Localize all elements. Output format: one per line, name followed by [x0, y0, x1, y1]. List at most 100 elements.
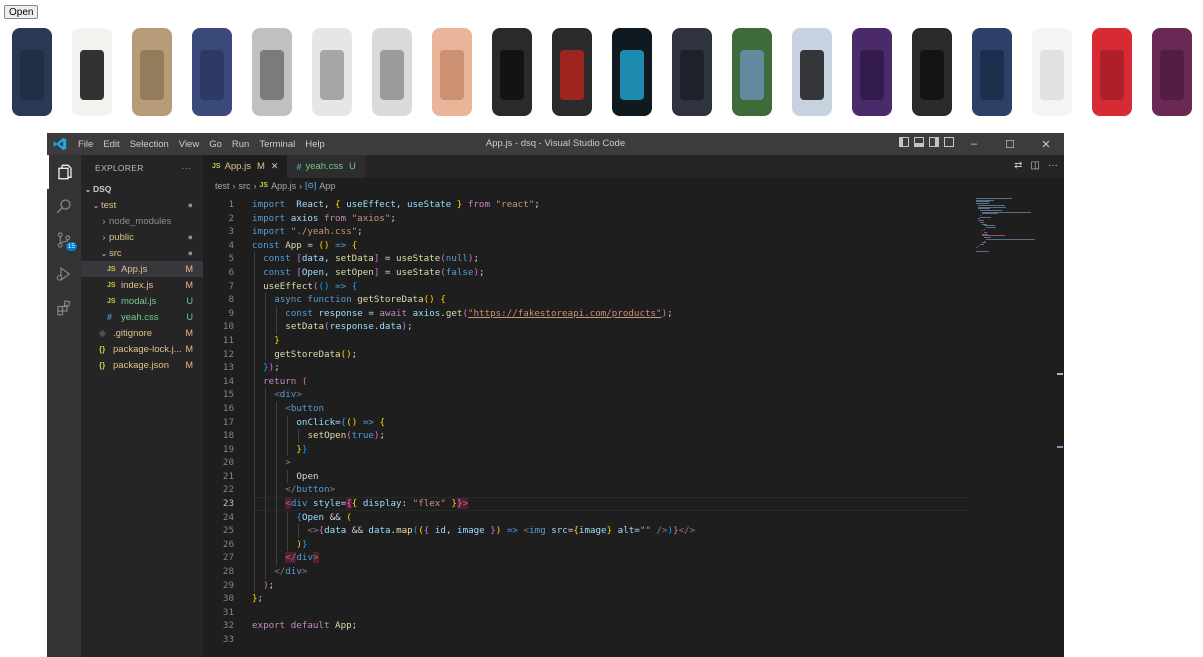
file-item[interactable]: {} package-lock.j... M [81, 341, 203, 357]
code-line[interactable]: 26)} [203, 537, 1064, 552]
toggle-secondary-sidebar-icon[interactable] [929, 137, 939, 147]
workspace-root[interactable]: ⌄ DSQ [81, 181, 203, 197]
code-line[interactable]: 10 setData(response.data); [203, 320, 1064, 334]
code-line[interactable]: 12 getStoreData(); [203, 347, 1064, 362]
breadcrumb-separator-icon: › [253, 180, 257, 191]
folder-item[interactable]: › public ● [81, 229, 203, 245]
code-line[interactable]: 16 <button [203, 401, 1064, 416]
minimap[interactable] [976, 198, 1056, 258]
file-item[interactable]: # yeah.css U [81, 309, 203, 325]
file-item[interactable]: {} package.json M [81, 357, 203, 373]
tab-app-js[interactable]: JS App.js M ✕ [203, 155, 288, 178]
git-status-badge: ● [187, 200, 193, 210]
menu-help[interactable]: Help [300, 139, 330, 150]
more-actions-icon[interactable]: ··· [1048, 160, 1058, 171]
code-line[interactable]: 25 <>{data && data.map(({ id, image }) =>… [203, 524, 1064, 538]
code-line[interactable]: 2 import axios from "axios"; [203, 212, 1064, 226]
line-number: 27 [222, 552, 234, 564]
breadcrumb-folder[interactable]: test [215, 181, 230, 191]
code-line[interactable]: 29); [203, 578, 1064, 593]
css-file-icon: # [107, 312, 113, 322]
code-line[interactable]: 4 const App = () => { [203, 239, 1064, 253]
explorer-sidebar: EXPLORER ··· ⌄ DSQ ⌄ test ● › node_modules › p… [81, 155, 203, 657]
minimize-button[interactable]: – [956, 133, 992, 155]
file-item[interactable]: JS index.js M [81, 277, 203, 293]
code-line[interactable]: 21 Open [203, 469, 1064, 484]
tab-yeah-css[interactable]: # yeah.css U [287, 155, 365, 178]
minimap-line [984, 228, 986, 230]
breadcrumb-folder[interactable]: src [239, 181, 251, 191]
folder-item[interactable]: › node_modules [81, 213, 203, 229]
breadcrumb-symbol[interactable]: App [319, 181, 335, 191]
menu-view[interactable]: View [174, 139, 204, 150]
code-line[interactable]: 11} [203, 333, 1064, 348]
menu-file[interactable]: File [73, 139, 98, 150]
menu-terminal[interactable]: Terminal [254, 139, 300, 150]
compare-changes-icon[interactable]: ⇄ [1014, 160, 1022, 171]
minimap-line [976, 247, 978, 249]
run-debug-icon[interactable] [47, 257, 81, 291]
code-text: export default App; [252, 620, 358, 632]
code-line[interactable]: 13}); [203, 361, 1064, 375]
code-line[interactable]: 27 </div> [203, 551, 1064, 566]
search-icon[interactable] [47, 189, 81, 223]
code-line[interactable]: 31 [203, 606, 1064, 620]
indent-guide [298, 524, 300, 538]
code-line[interactable]: 17 onClick={() => { [203, 415, 1064, 430]
code-line[interactable]: 15 <div> [203, 388, 1064, 402]
maximize-button[interactable]: ☐ [992, 133, 1028, 155]
code-line[interactable]: 1 import React, { useEffect, useState } f… [203, 198, 1064, 212]
indent-guide [287, 510, 289, 525]
code-line[interactable]: 9 const response = await axios.get("https… [203, 306, 1064, 321]
code-editor[interactable]: 1 import React, { useEffect, useState } f… [203, 198, 1064, 647]
explorer-more-icon[interactable]: ··· [182, 163, 191, 173]
chevron-right-icon: › [102, 232, 106, 242]
code-line[interactable]: 18 setOpen(true); [203, 429, 1064, 443]
code-line[interactable]: 22 </button> [203, 483, 1064, 498]
extensions-icon[interactable] [47, 291, 81, 325]
code-line[interactable]: 19}} [203, 442, 1064, 457]
file-item[interactable]: JS modal.js U [81, 293, 203, 309]
toggle-sidebar-icon[interactable] [899, 137, 909, 147]
folder-item[interactable]: ⌄ src ● [81, 245, 203, 261]
indent-guide [254, 442, 255, 457]
code-line[interactable]: 6 const [Open, setOpen] = useState(false)… [203, 265, 1064, 280]
toggle-panel-icon[interactable] [914, 137, 924, 147]
tab-label: yeah.css [305, 161, 343, 172]
code-line[interactable]: 5 const [data, setData] = useState(null); [203, 252, 1064, 266]
breadcrumb-file[interactable]: App.js [271, 181, 296, 191]
vertical-scrollbar[interactable] [1056, 198, 1064, 657]
split-editor-icon[interactable]: ◫ [1031, 160, 1040, 171]
code-line[interactable]: 8 async function getStoreData() { [203, 293, 1064, 307]
breadcrumb-separator-icon: › [232, 180, 236, 191]
code-line[interactable]: 7 useEffect(() => { [203, 279, 1064, 294]
folder-item[interactable]: ⌄ test ● [81, 197, 203, 213]
code-line[interactable]: 20 > [203, 456, 1064, 470]
indent-guide [287, 415, 289, 430]
file-item[interactable]: JS App.js M [81, 261, 203, 277]
close-window-button[interactable]: ✕ [1028, 133, 1064, 155]
menu-run[interactable]: Run [227, 139, 254, 150]
code-text: ); [263, 579, 275, 591]
menu-go[interactable]: Go [204, 139, 227, 150]
menu-edit[interactable]: Edit [98, 139, 124, 150]
code-line[interactable]: 28 </div> [203, 565, 1064, 579]
customize-layout-icon[interactable] [944, 137, 954, 147]
explorer-header: EXPLORER ··· [81, 155, 203, 181]
code-line[interactable]: 32 export default App; [203, 619, 1064, 633]
code-line[interactable]: 3 import "./yeah.css"; [203, 225, 1064, 239]
line-number: 33 [222, 634, 234, 645]
open-button[interactable]: Open [4, 5, 39, 19]
close-tab-icon[interactable]: ✕ [271, 161, 279, 172]
menu-selection[interactable]: Selection [125, 139, 174, 150]
source-control-icon[interactable]: 15 [47, 223, 81, 257]
code-line[interactable]: 33 [203, 633, 1064, 647]
indent-guide [276, 306, 278, 321]
code-line[interactable]: 23 <div style={{ display: "flex" }}> [203, 497, 1064, 511]
code-line[interactable]: 30}; [203, 592, 1064, 606]
file-item[interactable]: ◆ .gitignore M [81, 325, 203, 341]
line-number: 7 [228, 280, 234, 292]
explorer-icon[interactable] [47, 155, 81, 189]
code-line[interactable]: 14 return ( [203, 374, 1064, 389]
code-line[interactable]: 24 {Open && ( [203, 510, 1064, 525]
